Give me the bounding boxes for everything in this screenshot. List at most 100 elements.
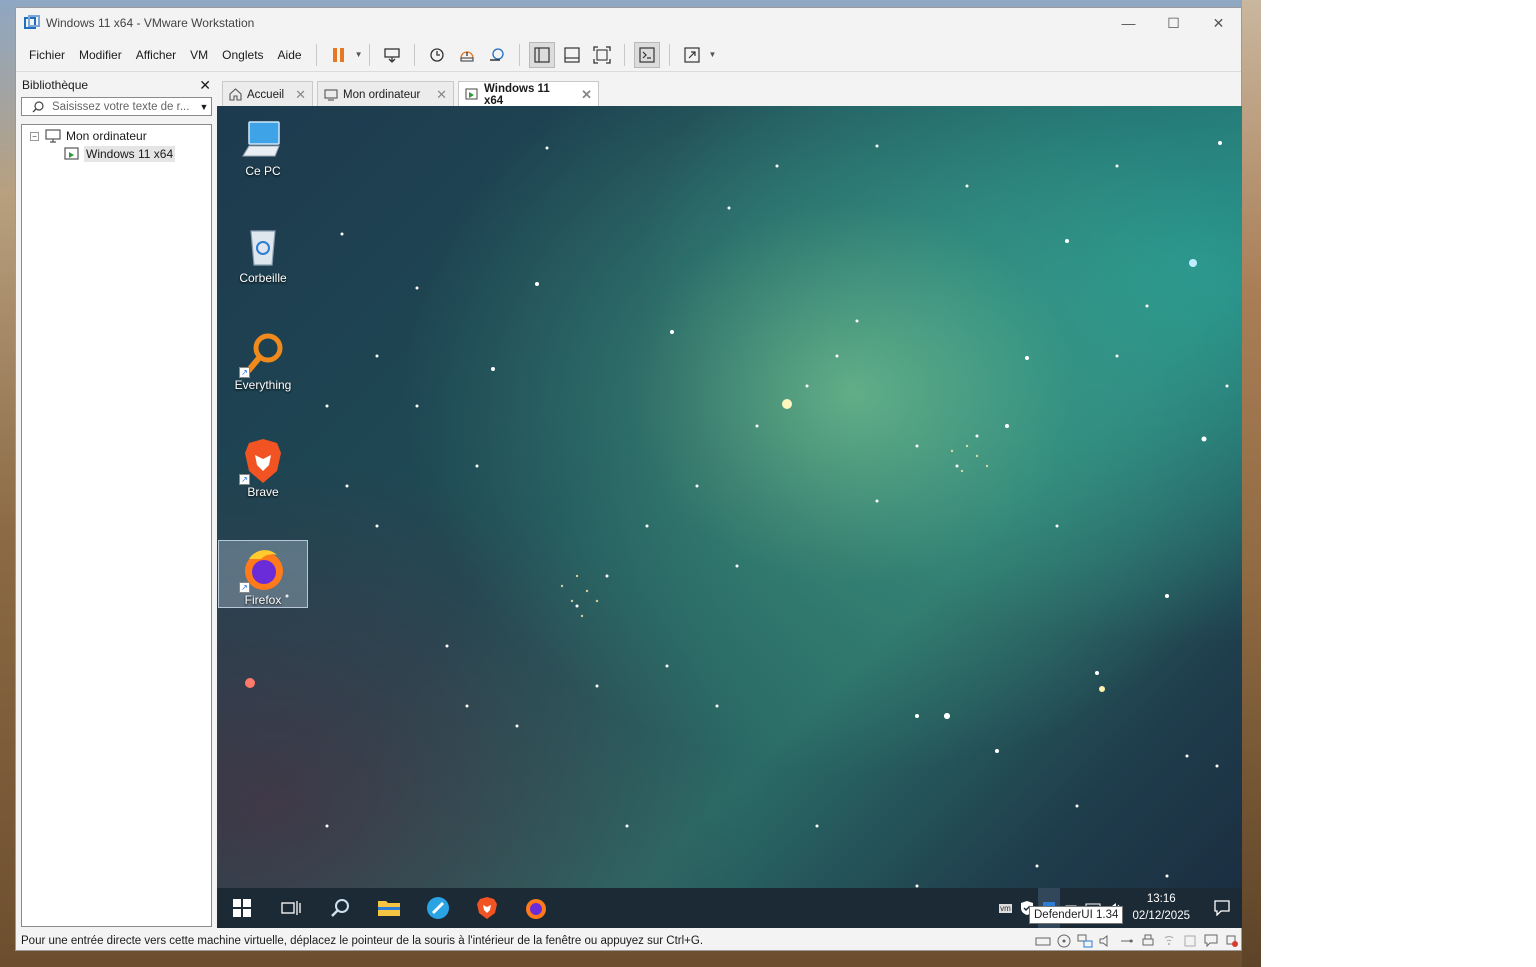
devices-warning-icon[interactable] [1221,931,1242,951]
network-adapter-status-icon[interactable] [1074,931,1095,951]
pause-icon [332,47,344,62]
home-icon [229,88,242,101]
search-icon [32,100,44,112]
snapshot-clock-icon [430,47,445,62]
menu-afficher[interactable]: Afficher [129,48,183,62]
snapshot-manager-button[interactable] [484,42,510,68]
close-button[interactable]: ✕ [1196,8,1241,38]
menu-modifier[interactable]: Modifier [72,48,129,62]
tab-close-icon[interactable]: ✕ [295,87,306,103]
tab-windows-11[interactable]: Windows 11 x64 ✕ [458,81,599,107]
cd-dvd-status-icon[interactable] [1053,931,1074,951]
clock-time: 13:16 [1146,893,1176,905]
host-desktop-edge [1242,0,1261,967]
file-explorer-button[interactable] [364,888,413,928]
vm-display[interactable]: Ce PC Corbeille ↗ Everything ↗ Brave ↗ F… [217,106,1242,928]
toolbar-separator [624,43,626,66]
tab-label: Mon ordinateur [343,88,421,101]
floppy-status-icon[interactable] [1179,931,1200,951]
wireless-status-icon[interactable] [1158,931,1179,951]
tab-label: Accueil [247,88,285,101]
task-view-icon [280,901,301,915]
library-search-placeholder: Saisissez votre texte de r... [52,100,190,113]
tree-item-label: Windows 11 x64 [84,146,176,162]
send-ctrl-alt-del-button[interactable] [379,42,405,68]
stretch-dropdown-icon[interactable]: ▼ [708,50,716,59]
library-header: Bibliothèque ✕ [19,75,214,95]
send-keys-icon [384,47,401,63]
window-title: Windows 11 x64 - VMware Workstation [46,16,255,30]
task-view-button[interactable] [266,888,315,928]
menu-onglets[interactable]: Onglets [215,48,270,62]
thumbnail-bar-icon [564,46,581,63]
menu-aide[interactable]: Aide [271,48,309,62]
menu-toolbar: Fichier Modifier Afficher VM Onglets Aid… [16,38,1241,72]
windows-start-icon [232,899,251,917]
sound-status-icon[interactable] [1095,931,1116,951]
vmware-tools-tray-icon[interactable]: vm [994,888,1016,928]
full-screen-button[interactable] [589,42,615,68]
start-button[interactable] [217,888,266,928]
toolbar-separator [519,43,521,66]
desktop-icon-firefox[interactable]: ↗ Firefox [218,540,308,608]
printer-status-icon[interactable] [1137,931,1158,951]
collapse-icon[interactable]: − [30,131,39,141]
library-panel-icon [534,46,551,63]
menu-vm[interactable]: VM [183,48,215,62]
everything-search-icon: ↗ [239,330,287,378]
toolbar-separator [315,43,317,66]
status-bar: Pour une entrée directe vers cette machi… [17,930,1242,951]
search-button[interactable] [315,888,364,928]
library-close-button[interactable]: ✕ [199,77,211,94]
tree-item-label: Mon ordinateur [66,129,147,143]
desktop-icon-everything[interactable]: ↗ Everything [218,326,308,394]
tab-accueil[interactable]: Accueil ✕ [222,81,313,107]
desktop-icon-label: Everything [234,378,292,392]
vm-running-icon [465,88,478,100]
recycle-bin-icon [239,223,287,271]
pause-button[interactable] [326,42,352,68]
revert-snapshot-button[interactable] [454,42,480,68]
taskbar-app-button[interactable] [413,888,462,928]
show-thumbnails-button[interactable] [559,42,585,68]
tab-bar: Accueil ✕ Mon ordinateur ✕ Windows 11 x6… [219,79,1242,107]
vmware-app-icon [24,15,40,29]
library-title: Bibliothèque [22,78,89,92]
computer-icon [239,116,287,164]
taskbar-clock[interactable]: 13:16 02/12/2025 [1132,891,1190,925]
toolbar-separator [669,43,671,66]
menu-fichier[interactable]: Fichier [22,48,72,62]
desktop-icon-corbeille[interactable]: Corbeille [218,219,308,287]
tab-mon-ordinateur[interactable]: Mon ordinateur ✕ [317,81,454,107]
computer-icon [324,88,338,101]
toolbar-separator [369,43,371,66]
vm-running-icon [64,147,79,160]
tree-item-windows-11[interactable]: Windows 11 x64 [22,145,211,163]
stretch-guest-button[interactable] [679,42,705,68]
status-message: Pour une entrée directe vers cette machi… [21,934,704,947]
firefox-icon: ↗ [239,545,287,593]
tab-close-icon[interactable]: ✕ [436,87,447,103]
library-search-input[interactable]: Saisissez votre texte de r... ▼ [21,97,212,116]
message-log-icon[interactable] [1200,931,1221,951]
maximize-button[interactable]: ☐ [1151,8,1196,38]
pause-dropdown-icon[interactable]: ▼ [355,50,363,59]
notification-center-button[interactable] [1202,888,1242,928]
terminal-icon [639,46,656,63]
hard-disk-status-icon[interactable] [1032,931,1053,951]
snapshot-button[interactable] [424,42,450,68]
tab-close-icon[interactable]: ✕ [581,87,592,103]
taskbar-firefox-button[interactable] [511,888,560,928]
blue-app-icon [426,897,449,919]
minimize-button[interactable]: — [1106,8,1151,38]
shortcut-arrow-icon: ↗ [239,474,250,485]
console-view-button[interactable] [634,41,661,68]
show-library-button[interactable] [529,41,556,68]
title-bar[interactable]: Windows 11 x64 - VMware Workstation — ☐ … [16,8,1241,38]
desktop-icon-ce-pc[interactable]: Ce PC [218,112,308,180]
taskbar-brave-button[interactable] [462,888,511,928]
desktop-icon-brave[interactable]: ↗ Brave [218,433,308,501]
search-dropdown-icon[interactable]: ▼ [197,102,211,112]
usb-status-icon[interactable] [1116,931,1137,951]
tree-item-mon-ordinateur[interactable]: − Mon ordinateur [22,127,211,145]
